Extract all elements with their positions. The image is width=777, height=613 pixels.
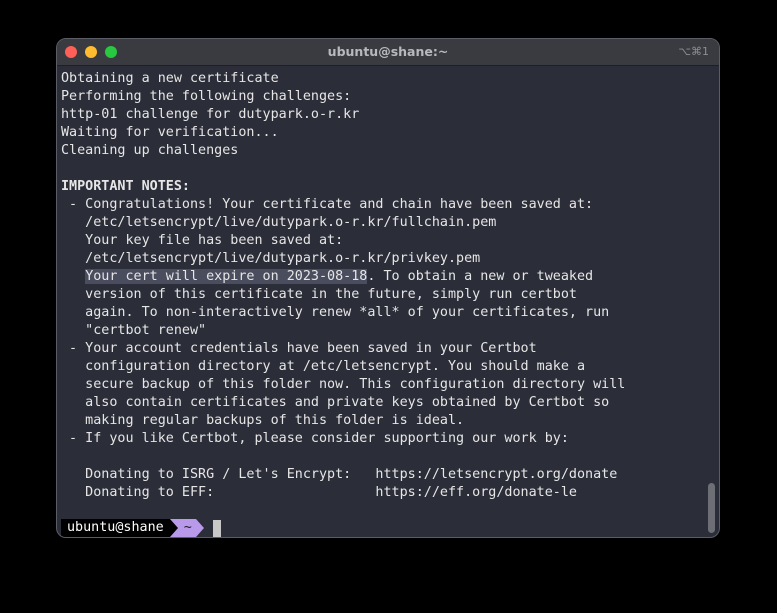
prompt-user-host: ubuntu@shane: [61, 519, 170, 537]
text-cursor[interactable]: [212, 519, 221, 537]
title-bar[interactable]: ubuntu@shane:~ ⌥⌘1: [57, 39, 719, 66]
output-line: secure backup of this folder now. This c…: [61, 377, 626, 392]
donate-eff-line: Donating to EFF: https://eff.org/donate-…: [61, 485, 577, 500]
selected-text: Your cert will expire on 2023-08-18: [85, 269, 368, 284]
shell-prompt[interactable]: ubuntu@shane ~: [61, 519, 221, 537]
output-line: Waiting for verification...: [61, 125, 279, 140]
output-line: again. To non-interactively renew *all* …: [61, 305, 610, 320]
output-line: "certbot renew": [61, 323, 207, 338]
important-notes-heading: IMPORTANT NOTES:: [61, 179, 190, 194]
output-line: making regular backups of this folder is…: [61, 413, 465, 428]
output-line: /etc/letsencrypt/live/dutypark.o-r.kr/fu…: [61, 215, 497, 230]
expire-rest: . To obtain a new or tweaked: [367, 269, 594, 284]
output-line: - Your account credentials have been sav…: [61, 341, 537, 356]
terminal-output[interactable]: Obtaining a new certificate Performing t…: [61, 70, 703, 502]
prompt-directory: ~: [177, 519, 196, 537]
output-line: - If you like Certbot, please consider s…: [61, 431, 569, 446]
output-line: - Congratulations! Your certificate and …: [61, 197, 594, 212]
output-line: Your key file has been saved at:: [61, 233, 344, 248]
powerline-arrow-icon: [195, 519, 204, 537]
output-line: also contain certificates and private ke…: [61, 395, 610, 410]
output-line: Cleaning up challenges: [61, 143, 239, 158]
window-title: ubuntu@shane:~: [327, 44, 449, 59]
output-line: Obtaining a new certificate: [61, 71, 279, 86]
expire-line: Your cert will expire on 2023-08-18. To …: [61, 268, 703, 286]
output-line: http-01 challenge for dutypark.o-r.kr: [61, 107, 360, 122]
output-line: /etc/letsencrypt/live/dutypark.o-r.kr/pr…: [61, 251, 481, 266]
donate-isrg-line: Donating to ISRG / Let's Encrypt: https:…: [61, 467, 618, 482]
output-line: configuration directory at /etc/letsencr…: [61, 359, 586, 374]
expire-indent: [61, 269, 85, 284]
output-line: version of this certificate in the futur…: [61, 287, 577, 302]
window-shortcut: ⌥⌘1: [678, 45, 709, 58]
output-line: Performing the following challenges:: [61, 89, 352, 104]
powerline-separator-icon: [169, 519, 178, 537]
terminal-window: ubuntu@shane:~ ⌥⌘1 Obtaining a new certi…: [56, 38, 720, 538]
scrollbar-thumb[interactable]: [708, 483, 715, 533]
